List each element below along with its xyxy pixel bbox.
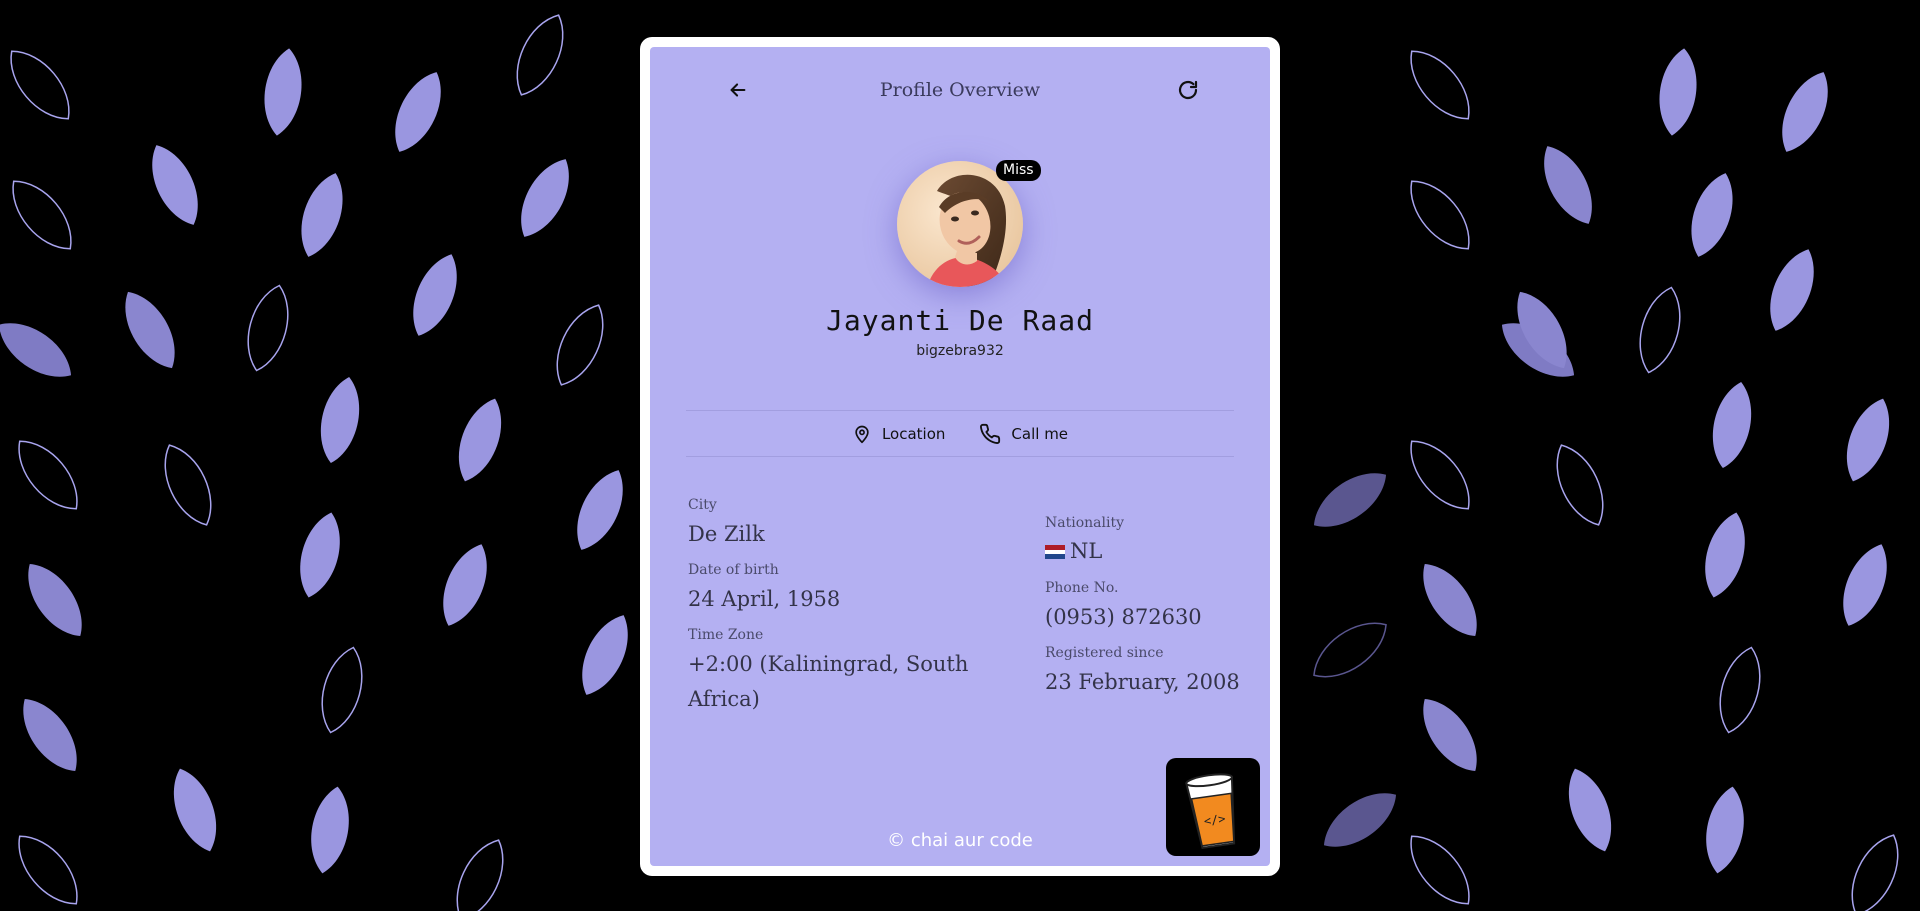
dob-label: Date of birth bbox=[688, 562, 779, 578]
timezone-label: Time Zone bbox=[688, 627, 764, 643]
location-button[interactable]: Location bbox=[852, 420, 945, 448]
nationality-code: NL bbox=[1070, 539, 1103, 563]
map-pin-icon bbox=[855, 425, 869, 444]
contact-actions: Location Call me bbox=[650, 420, 1270, 448]
divider bbox=[686, 456, 1234, 457]
refresh-button[interactable] bbox=[1170, 72, 1206, 108]
svg-text:</>: </> bbox=[1203, 811, 1226, 828]
phone-icon bbox=[980, 423, 1001, 444]
city-value: De Zilk bbox=[688, 522, 765, 546]
nationality-value: NL bbox=[1045, 534, 1102, 569]
call-button[interactable]: Call me bbox=[979, 420, 1068, 448]
location-label: Location bbox=[881, 425, 946, 443]
profile-card: Profile Overview Miss Jayanti De Raad bi… bbox=[640, 37, 1280, 876]
phone-label: Phone No. bbox=[1045, 580, 1119, 596]
registered-value: 23 February, 2008 bbox=[1045, 670, 1240, 694]
nationality-label: Nationality bbox=[1045, 515, 1124, 531]
call-label: Call me bbox=[1011, 425, 1069, 443]
refresh-icon bbox=[1178, 80, 1198, 100]
registered-label: Registered since bbox=[1045, 645, 1164, 661]
city-label: City bbox=[688, 497, 717, 513]
profile-header: Profile Overview bbox=[650, 47, 1270, 117]
phone-value: (0953) 872630 bbox=[1045, 605, 1202, 629]
profile-card-body: Profile Overview Miss Jayanti De Raad bi… bbox=[650, 47, 1270, 866]
divider bbox=[686, 410, 1234, 411]
avatar-container: Miss bbox=[897, 160, 1041, 287]
footer-credit: © chai aur code bbox=[887, 830, 1033, 851]
full-name: Jayanti De Raad bbox=[826, 304, 1094, 337]
title-badge: Miss bbox=[996, 160, 1041, 181]
dob-value: 24 April, 1958 bbox=[688, 587, 841, 611]
username: bigzebra932 bbox=[916, 343, 1004, 359]
timezone-value: +2:00 (Kaliningrad, South Africa) bbox=[688, 652, 969, 711]
netherlands-flag-icon bbox=[1045, 545, 1065, 559]
